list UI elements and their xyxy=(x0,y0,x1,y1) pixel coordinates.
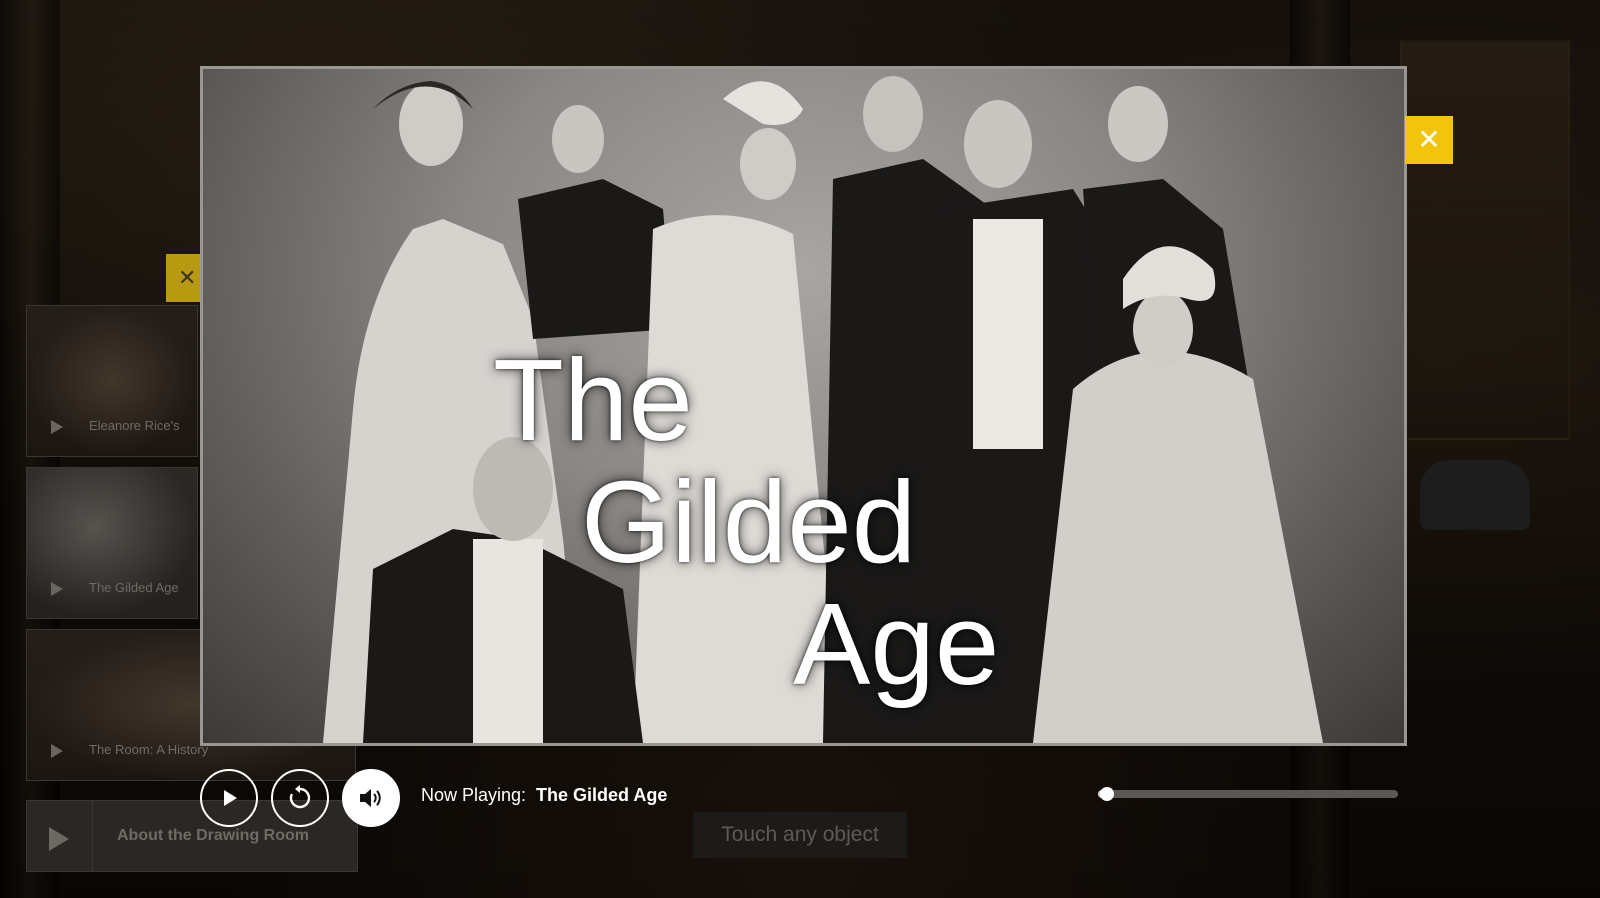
video-title-line: Age xyxy=(793,579,1000,709)
video-frame[interactable]: The Gilded Age xyxy=(200,66,1407,746)
replay-icon xyxy=(289,785,311,809)
play-icon xyxy=(51,744,63,758)
play-button[interactable] xyxy=(200,769,258,827)
now-playing-label: Now Playing: xyxy=(421,785,527,805)
video-list-item-label: The Gilded Age xyxy=(89,580,179,595)
close-icon: ✕ xyxy=(1417,124,1441,155)
now-playing: Now Playing: The Gilded Age xyxy=(421,785,667,806)
video-list-item[interactable]: Eleanore Rice's xyxy=(26,305,198,457)
video-list-item[interactable]: The Gilded Age xyxy=(26,467,198,619)
about-label: About the Drawing Room xyxy=(117,827,309,844)
replay-button[interactable] xyxy=(271,769,329,827)
volume-button[interactable] xyxy=(342,769,400,827)
touch-prompt: Touch any object xyxy=(693,812,907,858)
video-title-line: The xyxy=(493,335,693,465)
close-button[interactable]: ✕ xyxy=(1405,116,1453,164)
video-title-line: Gilded xyxy=(581,457,917,587)
video-list-item-label: The Room: A History xyxy=(89,742,209,757)
now-playing-title: The Gilded Age xyxy=(536,785,668,805)
video-title-overlay: The Gilded Age xyxy=(493,339,999,705)
progress-knob[interactable] xyxy=(1100,787,1114,801)
progress-bar[interactable] xyxy=(1098,787,1398,801)
volume-icon xyxy=(360,789,381,807)
play-icon xyxy=(51,582,63,596)
play-icon xyxy=(27,801,93,871)
play-icon xyxy=(51,420,63,434)
video-list-item-label: Eleanore Rice's xyxy=(89,418,180,433)
play-icon xyxy=(224,790,237,806)
